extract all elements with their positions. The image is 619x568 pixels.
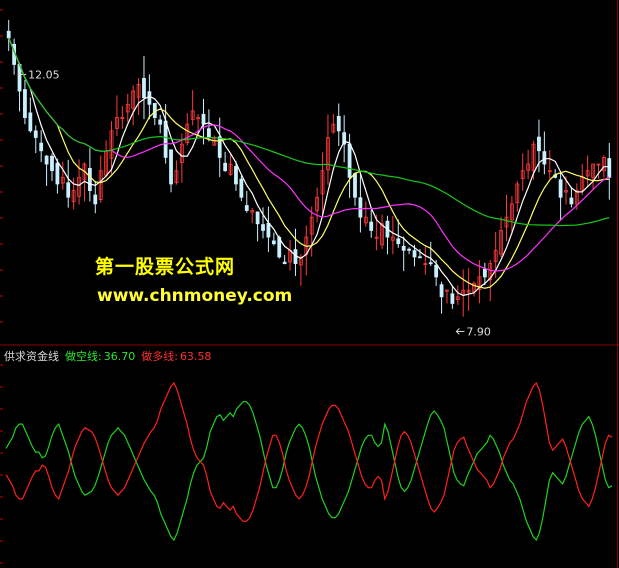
candle-down[interactable] [607,158,612,178]
candle-down[interactable] [33,130,38,138]
indicator-title: 供求资金线 [4,350,59,363]
candle-down[interactable] [542,151,547,165]
candle-down[interactable] [401,245,406,251]
candle-down[interactable] [66,182,71,198]
candle-down[interactable] [147,91,152,105]
candle-down[interactable] [266,222,271,238]
low-price-label: 7.90 [466,325,491,338]
candle-down[interactable] [93,194,98,205]
short-line-label: 做空线: [65,350,102,363]
long-line-value: 63.58 [179,350,212,363]
candle-down[interactable] [396,238,401,245]
candle-down[interactable] [558,179,563,198]
candle-down[interactable] [347,143,352,178]
candle-down[interactable] [569,197,574,205]
candle-down[interactable] [50,155,54,172]
candle-down[interactable] [142,78,146,99]
chart-background [0,0,619,568]
candle-down[interactable] [369,221,374,231]
candle-down[interactable] [537,136,541,152]
chart-canvas[interactable]: 12.05 7.90 [0,0,619,568]
candle-down[interactable] [44,155,49,165]
candle-down[interactable] [261,224,265,231]
indicator-header: 供求资金线 做空线: 36.70 做多线: 63.58 [4,348,217,364]
candle-down[interactable] [169,149,173,185]
candle-down[interactable] [239,178,244,198]
candle-down[interactable] [223,162,228,172]
candle-down[interactable] [412,250,417,258]
candle-down[interactable] [6,30,11,39]
candle-down[interactable] [87,167,92,191]
candle-down[interactable] [163,120,168,158]
candle-down[interactable] [336,115,341,132]
candle-down[interactable] [207,128,211,138]
stock-chart-window: 12.05 7.90 供求资金线 做空线: 36.70 做多线: 63.58 第一股票公式… [0,0,619,568]
long-line-label: 做多线: [141,350,178,363]
high-price-label: 12.05 [28,68,60,81]
candle-down[interactable] [407,248,411,251]
candle-down[interactable] [434,264,439,278]
candle-down[interactable] [55,162,60,185]
candle-down[interactable] [418,256,422,259]
candle-down[interactable] [271,240,276,245]
candle-down[interactable] [158,119,163,125]
candle-down[interactable] [39,142,44,152]
short-line-value: 36.70 [103,350,136,363]
watermark-url: www.chnmoney.com [97,286,293,306]
candle-down[interactable] [428,262,433,265]
candle-down[interactable] [353,173,357,198]
watermark-title: 第一股票公式网 [95,256,236,278]
candle-down[interactable] [28,112,33,132]
candle-down[interactable] [450,293,455,304]
candle-down[interactable] [282,261,287,265]
candle-down[interactable] [482,268,487,278]
candle-down[interactable] [234,166,238,185]
candle-down[interactable] [23,89,27,118]
candle-down[interactable] [255,211,260,225]
candle-down[interactable] [201,113,206,125]
candle-down[interactable] [439,284,444,298]
candle-down[interactable] [358,197,363,218]
candle-down[interactable] [244,205,249,211]
